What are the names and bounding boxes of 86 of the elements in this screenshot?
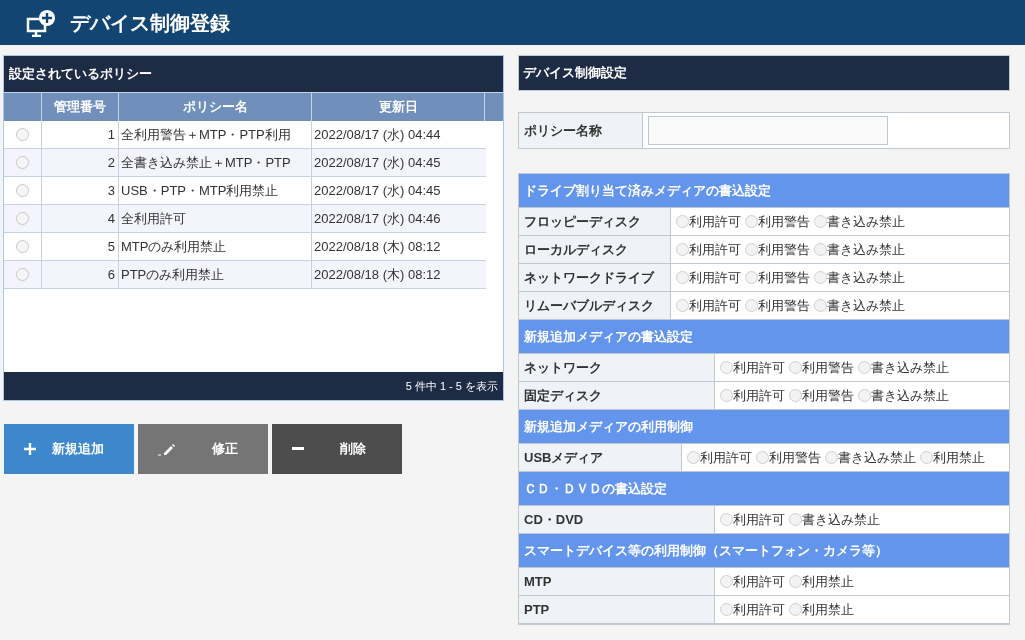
table-row[interactable]: 6 PTPのみ利用禁止 2022/08/18 (木) 08:12	[4, 261, 486, 289]
radio-option[interactable]: 利用許可	[676, 267, 741, 288]
radio-option[interactable]: 利用許可	[720, 357, 785, 378]
table-cell: PTPのみ利用禁止	[119, 261, 312, 288]
delete-button[interactable]: 削除	[272, 424, 402, 474]
table-cell-text: 2022/08/17 (水) 04:45	[313, 153, 442, 172]
setting-label: 固定ディスク	[524, 386, 602, 405]
table-row[interactable]: 1 全利用警告＋MTP・PTP利用 2022/08/17 (水) 04:44	[4, 121, 486, 149]
table-row[interactable]: 4 全利用許可 2022/08/17 (水) 04:46	[4, 205, 486, 233]
radio-option[interactable]: 利用許可	[676, 239, 741, 260]
pencil-icon	[158, 442, 176, 456]
panel-title: デバイス制御設定	[523, 64, 627, 83]
radio-option[interactable]: 利用許可	[720, 385, 785, 406]
setting-label: USBメディア	[524, 448, 604, 467]
radio-button[interactable]	[16, 268, 29, 281]
radio-option[interactable]: 利用許可	[720, 599, 785, 620]
table-cell: 5	[42, 233, 119, 260]
radio-button[interactable]	[16, 184, 29, 197]
table-cell: 全利用許可	[119, 205, 312, 232]
radio-option[interactable]: 利用警告	[789, 357, 854, 378]
section-title: ドライブ割り当て済みメディアの書込設定	[524, 181, 771, 200]
table-cell: 3	[42, 177, 119, 204]
section-title: 新規追加メディアの書込設定	[524, 327, 693, 346]
policy-name-field[interactable]	[648, 116, 888, 145]
table-cell: USB・PTP・MTP利用禁止	[119, 177, 312, 204]
plus-icon	[24, 443, 36, 455]
radio-option[interactable]: 利用禁止	[789, 599, 854, 620]
setting-label: フロッピーディスク	[524, 212, 641, 231]
monitor-add-icon	[26, 8, 56, 37]
section-title: 新規追加メディアの利用制御	[524, 417, 693, 436]
minus-icon	[292, 447, 304, 451]
section-title: スマートデバイス等の利用制御（スマートフォン・カメラ等）	[524, 541, 888, 560]
radio-option[interactable]: 書き込み禁止	[814, 267, 905, 288]
table-cell-text: 2022/08/17 (水) 04:46	[313, 209, 442, 228]
radio-option[interactable]: 利用警告	[745, 211, 810, 232]
radio-option[interactable]: 書き込み禁止	[858, 385, 949, 406]
setting-label: ネットワーク	[524, 358, 602, 377]
pagination-text: 5 件中 1 - 5 を表示	[405, 378, 498, 394]
setting-label: ネットワークドライブ	[524, 268, 654, 287]
radio-option[interactable]: 利用許可	[720, 509, 785, 530]
radio-option[interactable]: 利用警告	[789, 385, 854, 406]
radio-option[interactable]: 利用許可	[676, 211, 741, 232]
radio-option[interactable]: 利用許可	[720, 571, 785, 592]
table-cell: 4	[42, 205, 119, 232]
add-button[interactable]: 新規追加	[4, 424, 134, 474]
table-cell: 1	[42, 121, 119, 148]
radio-option[interactable]: 利用警告	[745, 239, 810, 260]
setting-label: PTP	[524, 600, 550, 619]
radio-option[interactable]: 利用警告	[745, 267, 810, 288]
radio-option[interactable]: 書き込み禁止	[814, 239, 905, 260]
radio-option[interactable]: 利用禁止	[789, 571, 854, 592]
table-cell: 全利用警告＋MTP・PTP利用	[119, 121, 312, 148]
table-cell: 全書き込み禁止＋MTP・PTP	[119, 149, 312, 176]
setting-label: MTP	[524, 572, 552, 591]
table-cell-text: 2022/08/18 (木) 08:12	[313, 237, 442, 256]
radio-option[interactable]: 利用警告	[756, 447, 821, 468]
radio-button[interactable]	[16, 240, 29, 253]
radio-option[interactable]: 書き込み禁止	[825, 447, 916, 468]
table-cell-text: 2022/08/18 (木) 08:12	[313, 265, 442, 284]
radio-option[interactable]: 利用禁止	[920, 447, 985, 468]
table-row[interactable]: 2 全書き込み禁止＋MTP・PTP 2022/08/17 (水) 04:45	[4, 149, 486, 177]
table-cell: 6	[42, 261, 119, 288]
field-label: ポリシー名称	[524, 121, 602, 140]
radio-option[interactable]: 書き込み禁止	[814, 211, 905, 232]
radio-option[interactable]: 書き込み禁止	[814, 295, 905, 316]
radio-button[interactable]	[16, 128, 29, 141]
radio-button[interactable]	[16, 156, 29, 169]
table-cell: 2	[42, 149, 119, 176]
radio-option[interactable]: 利用許可	[687, 447, 752, 468]
table-cell: MTPのみ利用禁止	[119, 233, 312, 260]
table-cell-text: 2022/08/17 (水) 04:45	[313, 181, 442, 200]
radio-button[interactable]	[16, 212, 29, 225]
table-row[interactable]: 3 USB・PTP・MTP利用禁止 2022/08/17 (水) 04:45	[4, 177, 486, 205]
section-title: ＣＤ・ＤＶＤの書込設定	[524, 479, 667, 498]
setting-label: CD・DVD	[524, 510, 584, 529]
page-title: デバイス制御登録	[70, 10, 230, 36]
setting-label: ローカルディスク	[524, 240, 628, 259]
radio-option[interactable]: 利用警告	[745, 295, 810, 316]
radio-option[interactable]: 書き込み禁止	[858, 357, 949, 378]
panel-title: 設定されているポリシー	[9, 65, 152, 84]
table-cell-text: 2022/08/17 (水) 04:44	[313, 125, 442, 144]
edit-button[interactable]: 修正	[138, 424, 268, 474]
setting-label: リムーバブルディスク	[524, 296, 654, 315]
radio-option[interactable]: 書き込み禁止	[789, 509, 880, 530]
radio-option[interactable]: 利用許可	[676, 295, 741, 316]
table-row[interactable]: 5 MTPのみ利用禁止 2022/08/18 (木) 08:12	[4, 233, 486, 261]
